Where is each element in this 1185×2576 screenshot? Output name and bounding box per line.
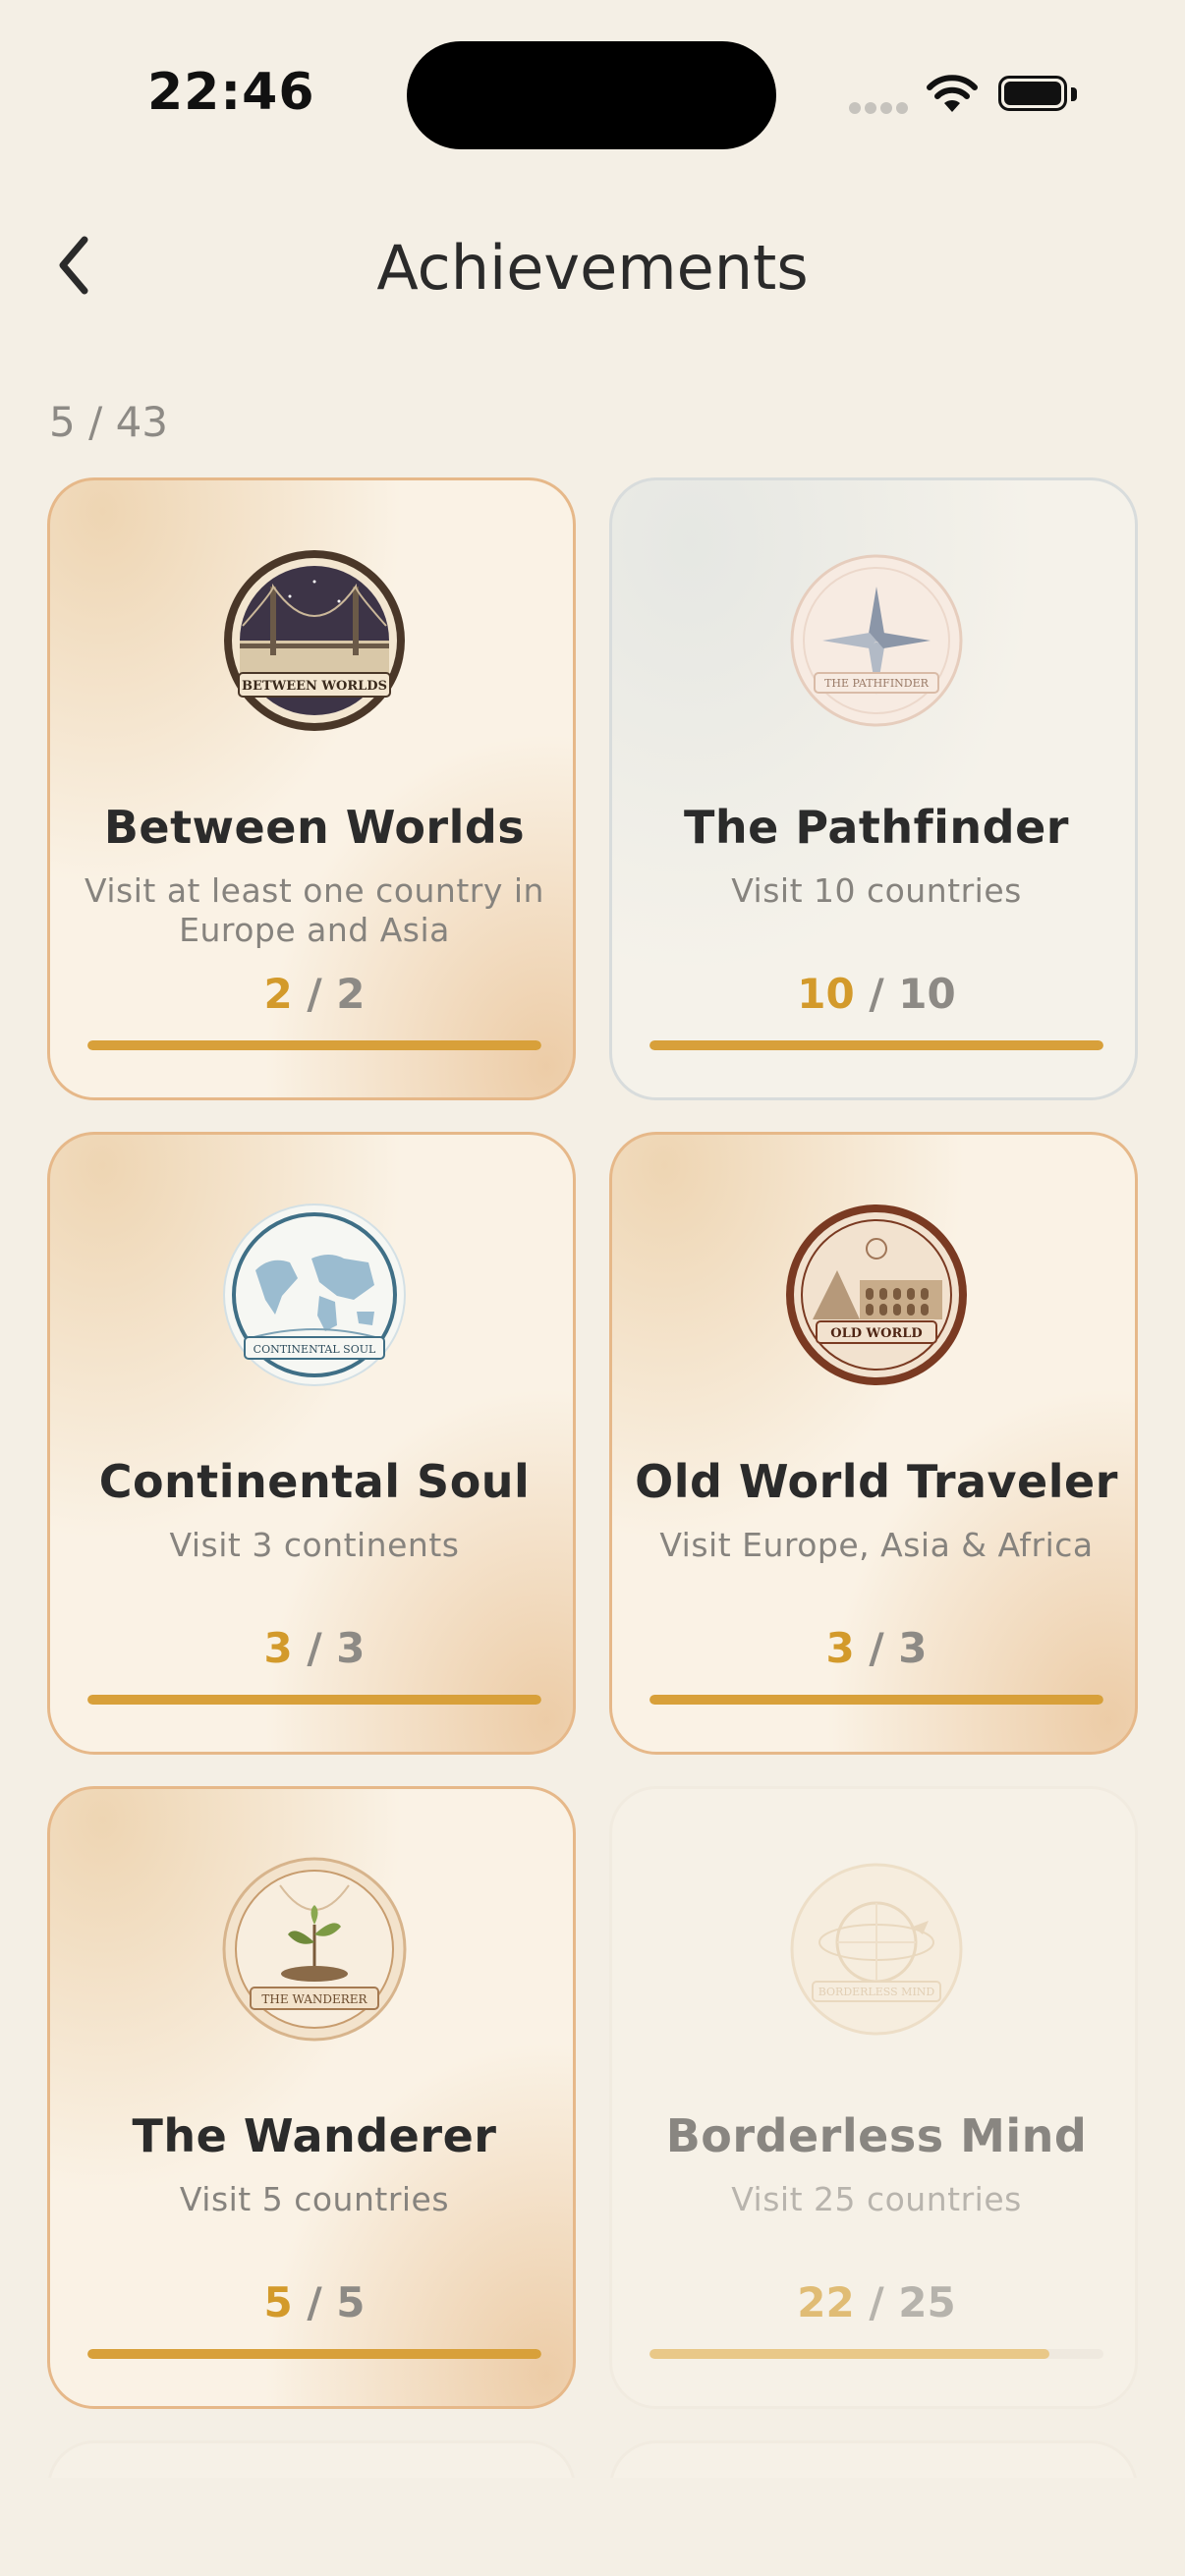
achievement-description: Visit at least one country in Europe and… — [85, 871, 544, 949]
progress-bar — [87, 1040, 541, 1050]
progress-separator: / — [854, 1624, 899, 1672]
battery-icon — [998, 76, 1081, 115]
progress-separator: / — [854, 2278, 899, 2326]
progress-separator: / — [292, 2278, 337, 2326]
progress-total: 10 — [898, 970, 956, 1018]
colosseum-badge-icon: OLD WORLD — [786, 1204, 967, 1385]
achievement-progress-text: 22 / 25 — [612, 2278, 1135, 2326]
achievement-title: The Wanderer — [132, 2109, 497, 2162]
progress-total: 25 — [898, 2278, 956, 2326]
progress-current: 10 — [797, 970, 855, 1018]
achievement-title: The Pathfinder — [684, 801, 1069, 854]
progress-total: 3 — [898, 1624, 928, 1672]
badge-label: BORDERLESS MIND — [818, 1986, 935, 1998]
bridge-badge-icon: BETWEEN WORLDS — [224, 550, 405, 731]
achievement-card[interactable]: BORDERLESS MIND Borderless Mind Visit 25… — [609, 1786, 1138, 2409]
progress-current: 5 — [263, 2278, 293, 2326]
globe-plane-badge-icon: BORDERLESS MIND — [790, 1863, 963, 2036]
achievement-count: 5 / 43 — [49, 398, 169, 446]
achievement-description: Visit 10 countries — [731, 871, 1022, 910]
achievement-description: Visit 25 countries — [731, 2180, 1022, 2218]
badge-label: THE PATHFINDER — [824, 677, 930, 690]
achievement-progress-text: 3 / 3 — [612, 1624, 1135, 1672]
cellular-signal-icon — [849, 102, 908, 116]
progress-current: 22 — [797, 2278, 855, 2326]
progress-separator: / — [854, 970, 899, 1018]
dynamic-island — [407, 41, 776, 149]
achievement-progress-text: 5 / 5 — [50, 2278, 573, 2326]
progress-bar-fill — [649, 1695, 1103, 1705]
badge-label: THE WANDERER — [261, 1992, 367, 2006]
achievement-card[interactable]: OLD WORLD Old World Traveler Visit Europ… — [609, 1132, 1138, 1755]
achievement-card-partial[interactable] — [47, 2440, 576, 2478]
progress-current: 2 — [263, 970, 293, 1018]
progress-bar — [87, 1695, 541, 1705]
achievement-card[interactable]: CONTINENTAL SOUL Continental Soul Visit … — [47, 1132, 576, 1755]
achievement-card[interactable]: THE PATHFINDER The Pathfinder Visit 10 c… — [609, 477, 1138, 1100]
status-bar: 22:46 — [0, 0, 1185, 187]
progress-bar-fill — [649, 1040, 1103, 1050]
navigation-header: Achievements — [0, 196, 1185, 334]
sprout-badge-icon: THE WANDERER — [222, 1857, 407, 2042]
achievement-progress-text: 3 / 3 — [50, 1624, 573, 1672]
achievement-title: Continental Soul — [98, 1455, 531, 1508]
achievement-progress-text: 2 / 2 — [50, 970, 573, 1018]
achievement-title: Borderless Mind — [665, 2109, 1088, 2162]
compass-badge-icon: THE PATHFINDER — [790, 554, 963, 727]
progress-separator: / — [292, 1624, 337, 1672]
wifi-icon — [927, 75, 978, 112]
progress-bar — [649, 1040, 1103, 1050]
progress-current: 3 — [825, 1624, 855, 1672]
progress-bar-fill — [87, 2349, 541, 2359]
achievement-title: Old World Traveler — [635, 1455, 1118, 1508]
progress-bar-fill — [87, 1040, 541, 1050]
progress-bar — [87, 2349, 541, 2359]
progress-bar-fill — [649, 2349, 1049, 2359]
progress-total: 3 — [336, 1624, 366, 1672]
achievement-description: Visit Europe, Asia & Africa — [659, 1526, 1094, 1564]
progress-bar — [649, 2349, 1103, 2359]
achievement-description: Visit 5 countries — [179, 2180, 450, 2218]
progress-bar — [649, 1695, 1103, 1705]
achievement-title: Between Worlds — [103, 801, 526, 854]
world-map-badge-icon: CONTINENTAL SOUL — [223, 1204, 406, 1386]
achievement-card[interactable]: BETWEEN WORLDS Between Worlds Visit at l… — [47, 477, 576, 1100]
badge-label: BETWEEN WORLDS — [242, 679, 387, 694]
progress-separator: / — [292, 970, 337, 1018]
achievement-description: Visit 3 continents — [169, 1526, 460, 1564]
achievement-progress-text: 10 / 10 — [612, 970, 1135, 1018]
page-title: Achievements — [376, 232, 809, 304]
progress-total: 5 — [336, 2278, 366, 2326]
achievement-card-partial[interactable] — [609, 2440, 1138, 2478]
badge-label: CONTINENTAL SOUL — [254, 1343, 376, 1356]
achievement-card[interactable]: THE WANDERER The Wanderer Visit 5 countr… — [47, 1786, 576, 2409]
badge-label: OLD WORLD — [830, 1326, 922, 1341]
achievements-grid: BETWEEN WORLDS Between Worlds Visit at l… — [47, 477, 1138, 2478]
progress-total: 2 — [336, 970, 366, 1018]
status-time: 22:46 — [147, 63, 315, 122]
progress-bar-fill — [87, 1695, 541, 1705]
progress-current: 3 — [263, 1624, 293, 1672]
